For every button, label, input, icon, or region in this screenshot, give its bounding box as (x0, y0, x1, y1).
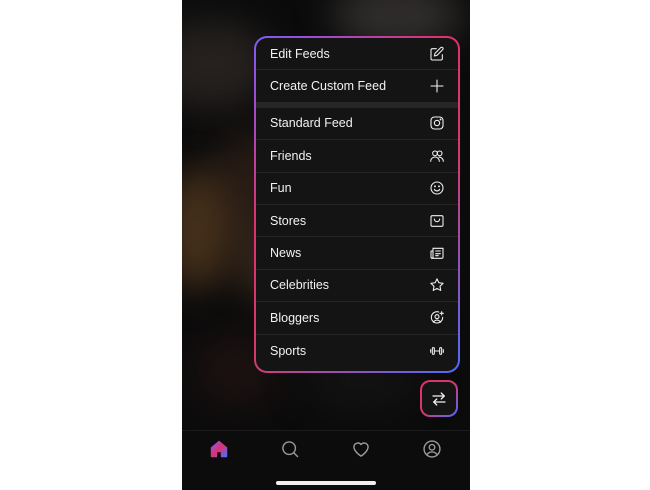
plus-icon (429, 78, 445, 94)
dumbbell-icon (429, 343, 445, 359)
menu-item-label: Fun (270, 181, 292, 196)
menu-item-bloggers[interactable]: Bloggers (256, 302, 458, 335)
menu-item-friends[interactable]: Friends (256, 140, 458, 173)
smile-icon (429, 180, 445, 196)
menu-item-fun[interactable]: Fun (256, 173, 458, 205)
menu-item-label: Create Custom Feed (270, 79, 387, 94)
menu-item-label: News (270, 246, 302, 261)
menu-item-label: Standard Feed (270, 116, 353, 131)
home-indicator[interactable] (276, 481, 376, 485)
tab-profile[interactable] (421, 438, 443, 460)
menu-item-celebrities[interactable]: Celebrities (256, 270, 458, 303)
menu-item-label: Bloggers (270, 310, 320, 325)
newspaper-icon (429, 245, 445, 261)
phone-screen: Edit Feeds Create Custom Feed Standard F… (182, 0, 470, 490)
tab-search[interactable] (279, 438, 301, 460)
star-icon (429, 277, 445, 293)
switch-feed-button-inner[interactable] (422, 382, 456, 415)
edit-icon (429, 46, 445, 62)
heart-icon (351, 439, 371, 459)
menu-item-label: Stores (270, 213, 307, 228)
menu-item-edit-feeds[interactable]: Edit Feeds (256, 38, 458, 71)
tab-home[interactable] (208, 438, 230, 460)
menu-item-label: Celebrities (270, 278, 330, 293)
menu-item-stores[interactable]: Stores (256, 205, 458, 238)
feed-menu-panel: Edit Feeds Create Custom Feed Standard F… (256, 38, 458, 371)
menu-item-news[interactable]: News (256, 237, 458, 270)
menu-item-create-custom-feed[interactable]: Create Custom Feed (256, 70, 458, 103)
feed-menu: Edit Feeds Create Custom Feed Standard F… (254, 36, 460, 373)
store-icon (429, 213, 445, 229)
home-icon (209, 439, 229, 459)
menu-item-standard-feed[interactable]: Standard Feed (256, 108, 458, 141)
menu-item-label: Sports (270, 343, 307, 358)
profile-icon (422, 439, 442, 459)
swap-arrows-icon (430, 390, 448, 408)
switch-feed-button[interactable] (420, 380, 458, 417)
blogger-icon (429, 310, 445, 326)
menu-item-sports[interactable]: Sports (256, 335, 458, 367)
search-icon (280, 439, 300, 459)
instagram-icon (429, 115, 445, 131)
menu-item-label: Edit Feeds (270, 46, 330, 61)
menu-item-label: Friends (270, 148, 312, 163)
tab-likes[interactable] (350, 438, 372, 460)
friends-icon (429, 148, 445, 164)
